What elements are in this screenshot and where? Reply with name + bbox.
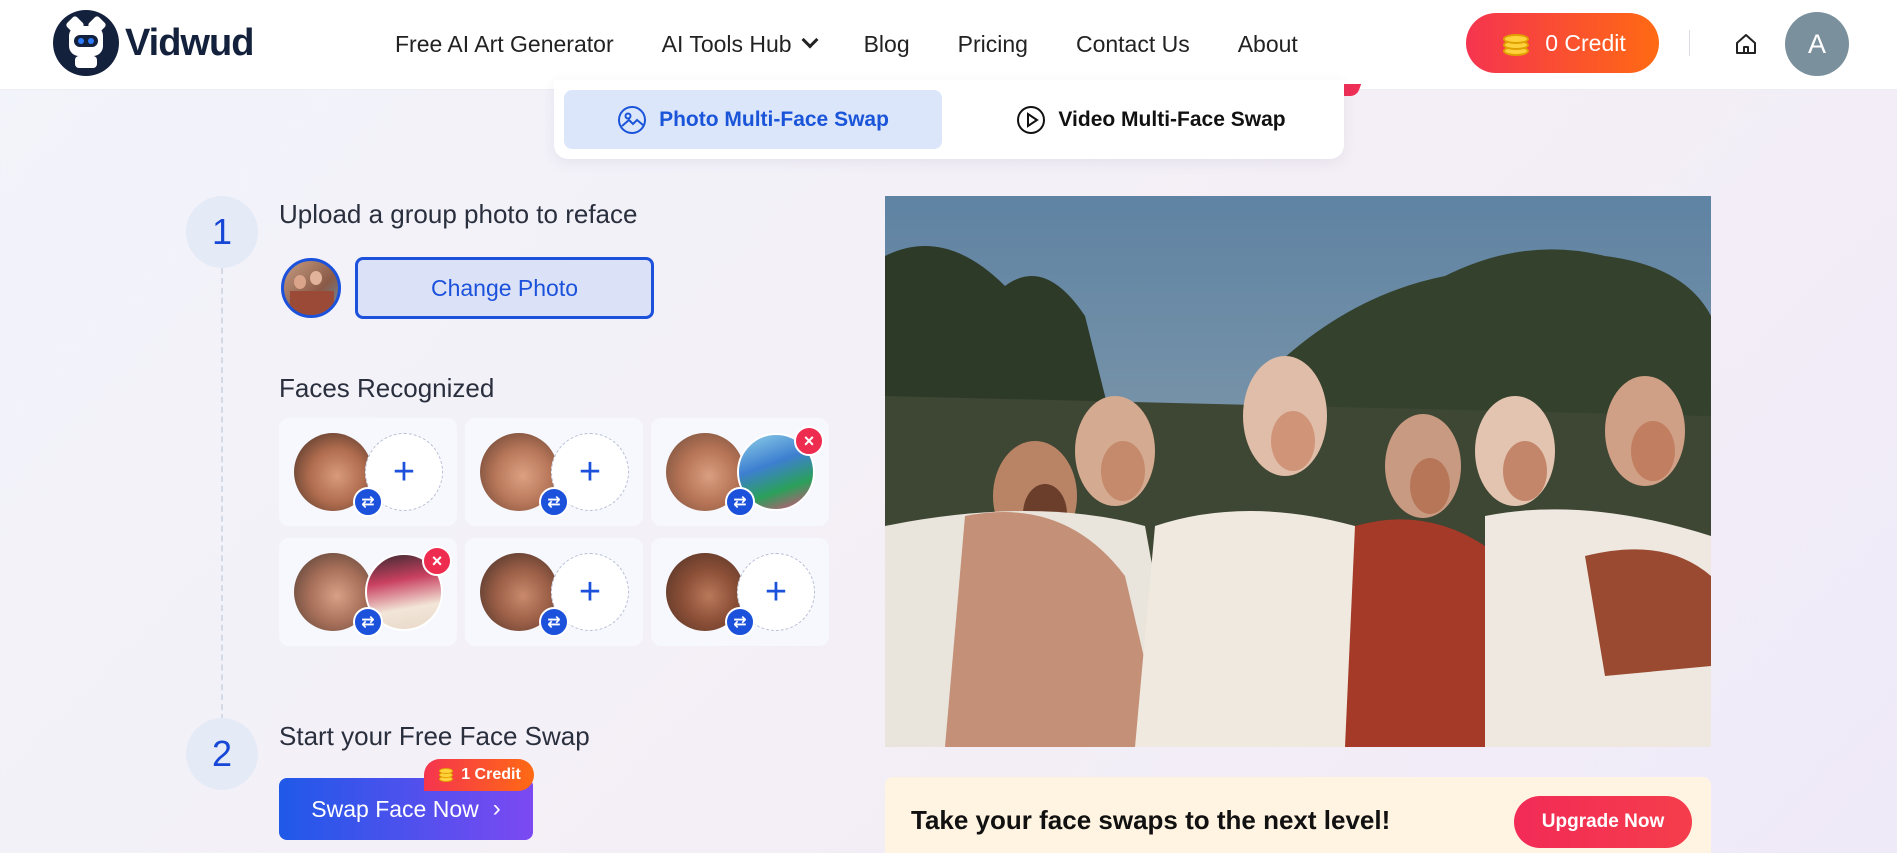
step-2-title: Start your Free Face Swap — [279, 721, 590, 751]
face-card-1: + ⇄ — [279, 418, 457, 526]
face-card-6: + ⇄ — [651, 538, 829, 646]
faces-recognized-title: Faces Recognized — [279, 373, 495, 403]
brand-name: Vidwud — [125, 21, 254, 64]
credit-cost-label: 1 Credit — [461, 766, 521, 783]
brand-logo[interactable]: Vidwud — [53, 10, 254, 76]
uploaded-photo-thumbnail[interactable] — [281, 258, 341, 318]
upgrade-banner: Take your face swaps to the next level! … — [885, 777, 1711, 853]
tab-video-multi-face-swap[interactable]: Video Multi-Face Swap — [1006, 90, 1296, 149]
group-photo-preview — [885, 196, 1711, 747]
nav-pricing[interactable]: Pricing — [958, 31, 1028, 58]
face-card-5: + ⇄ — [465, 538, 643, 646]
nav-blog[interactable]: Blog — [864, 31, 910, 58]
upgrade-now-button[interactable]: Upgrade Now — [1514, 796, 1692, 848]
nav-free-ai-art-generator[interactable]: Free AI Art Generator — [395, 31, 614, 58]
header-divider — [1689, 30, 1690, 56]
tab-photo-label: Photo Multi-Face Swap — [659, 107, 889, 131]
swap-arrows-icon: ⇄ — [725, 487, 755, 517]
swap-mode-tabs: Photo Multi-Face Swap Video Multi-Face S… — [554, 80, 1344, 159]
swap-arrows-icon: ⇄ — [539, 607, 569, 637]
swap-arrows-icon: ⇄ — [725, 607, 755, 637]
image-icon — [618, 105, 647, 134]
step-1-title: Upload a group photo to reface — [279, 199, 638, 229]
photo-illustration — [885, 196, 1711, 747]
upgrade-text: Take your face swaps to the next level! — [911, 805, 1391, 835]
credit-cost-badge: 1 Credit — [424, 759, 534, 791]
play-icon — [1017, 105, 1046, 134]
face-card-3: ⇄ × — [651, 418, 829, 526]
home-icon[interactable] — [1734, 32, 1758, 56]
step-1-number: 1 — [186, 196, 258, 268]
swap-face-now-label: Swap Face Now — [311, 795, 479, 822]
swap-arrows-icon: ⇄ — [353, 487, 383, 517]
face-card-2: + ⇄ — [465, 418, 643, 526]
credit-button[interactable]: 0 Credit — [1466, 13, 1659, 73]
face-card-4: ⇄ × — [279, 538, 457, 646]
chevron-right-icon: › — [492, 795, 501, 822]
nav-ai-tools-hub[interactable]: AI Tools Hub — [661, 30, 819, 58]
nav-ai-tools-hub-label: AI Tools Hub — [661, 30, 792, 57]
nav-contact-us[interactable]: Contact Us — [1076, 31, 1190, 58]
chevron-down-icon — [801, 31, 819, 49]
tab-video-label: Video Multi-Face Swap — [1058, 107, 1286, 131]
tab-photo-multi-face-swap[interactable]: Photo Multi-Face Swap — [564, 90, 942, 149]
coins-icon — [1499, 30, 1533, 56]
change-photo-button[interactable]: Change Photo — [355, 257, 654, 319]
user-avatar[interactable]: A — [1785, 12, 1849, 76]
remove-target-face-button-3[interactable]: × — [794, 426, 824, 456]
top-header: Vidwud Free AI Art Generator AI Tools Hu… — [0, 0, 1897, 90]
swap-arrows-icon: ⇄ — [539, 487, 569, 517]
main-nav: Free AI Art Generator AI Tools Hub Blog … — [395, 0, 1346, 88]
step-2-number: 2 — [186, 718, 258, 790]
swap-arrows-icon: ⇄ — [353, 607, 383, 637]
nav-about[interactable]: About — [1238, 31, 1298, 58]
credit-label: 0 Credit — [1545, 29, 1626, 56]
steps-connector — [221, 268, 223, 720]
remove-target-face-button-4[interactable]: × — [422, 546, 452, 576]
robot-cat-logo-icon — [53, 10, 119, 76]
coins-icon — [437, 768, 455, 782]
